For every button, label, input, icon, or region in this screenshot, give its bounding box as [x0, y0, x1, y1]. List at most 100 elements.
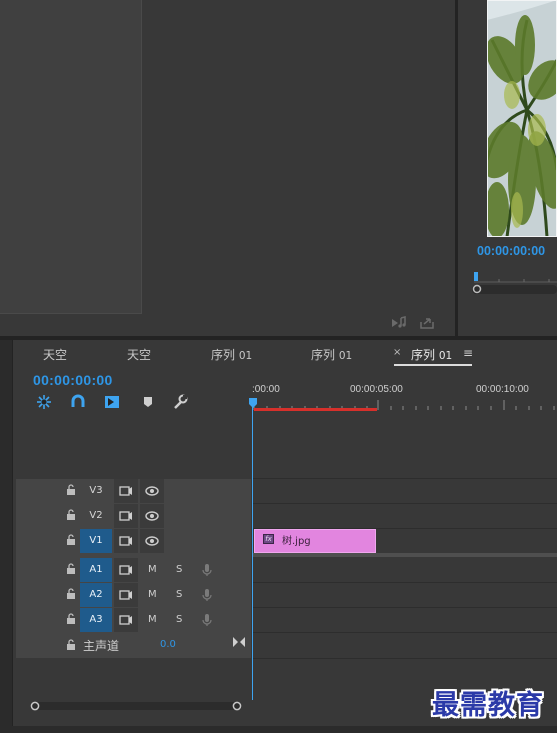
solo-button[interactable]: S: [176, 558, 182, 582]
track-target-a3[interactable]: A3: [80, 608, 112, 632]
lane-divider: [252, 607, 557, 608]
microphone-icon[interactable]: [202, 563, 212, 577]
sync-lock-button[interactable]: [114, 608, 138, 632]
playhead-line[interactable]: [252, 404, 253, 700]
timeline-timecode[interactable]: 00:00:00:00: [33, 372, 113, 388]
toggle-output-button[interactable]: [140, 479, 164, 503]
sync-lock-button[interactable]: [114, 583, 138, 607]
tab-number: 01: [238, 350, 253, 362]
film-icon: [119, 536, 132, 546]
sync-lock-button[interactable]: [114, 479, 138, 503]
sync-lock-button[interactable]: [114, 504, 138, 528]
go-to-end-icon[interactable]: [232, 636, 246, 648]
mute-button[interactable]: M: [148, 558, 157, 582]
video-audio-divider[interactable]: [252, 553, 557, 557]
tab-number: 01: [438, 350, 453, 362]
solo-button[interactable]: S: [176, 608, 182, 632]
track-header-master: 主声道 0.0: [16, 632, 251, 658]
lock-icon[interactable]: [66, 563, 76, 575]
tab-number: 01: [338, 350, 353, 362]
lock-icon[interactable]: [66, 484, 76, 496]
source-panel-inner: [0, 0, 142, 314]
source-panel: [0, 0, 455, 336]
audio-scrub-icon[interactable]: [391, 316, 407, 330]
tab-label: 序列: [411, 348, 436, 362]
track-header-a1: A1 M S: [16, 558, 251, 582]
fx-badge-icon: fx: [263, 534, 274, 544]
watermark-text: 最需教育: [432, 690, 544, 721]
master-volume-value[interactable]: 0.0: [160, 639, 176, 650]
mute-button[interactable]: M: [148, 608, 157, 632]
tab-sky-1[interactable]: 天空: [43, 346, 67, 363]
panel-menu-icon[interactable]: ≡: [463, 346, 473, 360]
toggle-output-button[interactable]: [140, 504, 164, 528]
sync-lock-button[interactable]: [114, 529, 138, 553]
toggle-output-button[interactable]: [140, 529, 164, 553]
sync-lock-button[interactable]: [114, 558, 138, 582]
work-area-bar[interactable]: [254, 408, 377, 411]
magnet-icon[interactable]: [70, 394, 86, 410]
eye-icon: [145, 536, 159, 546]
film-icon: [119, 511, 132, 521]
marker-icon[interactable]: [140, 394, 156, 410]
lock-icon[interactable]: [66, 534, 76, 546]
track-target-v2[interactable]: V2: [80, 504, 112, 528]
lock-icon[interactable]: [66, 639, 76, 651]
tab-close-icon[interactable]: ×: [393, 347, 401, 358]
film-icon: [119, 565, 132, 575]
microphone-icon[interactable]: [202, 613, 212, 627]
snap-icon[interactable]: [36, 394, 52, 410]
lock-icon[interactable]: [66, 613, 76, 625]
lock-icon[interactable]: [66, 509, 76, 521]
lane-divider: [252, 658, 557, 659]
mute-button[interactable]: M: [148, 583, 157, 607]
clip-label: 树.jpg: [282, 536, 311, 547]
linked-selection-icon[interactable]: [104, 394, 120, 410]
eye-icon: [145, 511, 159, 521]
program-time-ruler[interactable]: [474, 272, 557, 284]
program-preview-image: [487, 0, 557, 237]
lane-divider: [252, 632, 557, 633]
track-header-v3: V3: [16, 479, 251, 503]
program-monitor: 00:00:00:00: [458, 0, 557, 336]
microphone-icon[interactable]: [202, 588, 212, 602]
tab-sequence-1[interactable]: 序列 01: [211, 346, 252, 363]
track-target-a2[interactable]: A2: [80, 583, 112, 607]
master-track-label: 主声道: [83, 639, 120, 653]
program-zoom-scrollbar[interactable]: [472, 284, 557, 294]
source-panel-controls: [391, 316, 435, 332]
wrench-icon[interactable]: [172, 394, 188, 410]
lane-divider: [252, 503, 557, 504]
track-target-v3[interactable]: V3: [80, 479, 112, 503]
track-header-v2: V2: [16, 504, 251, 528]
track-target-a1[interactable]: A1: [80, 558, 112, 582]
scroll-handle-icon[interactable]: [472, 284, 482, 294]
timeline-clip[interactable]: fx 树.jpg: [254, 529, 376, 553]
lane-divider: [252, 582, 557, 583]
film-icon: [119, 615, 132, 625]
palm-tree-image: [487, 0, 557, 237]
playhead-handle[interactable]: [249, 398, 257, 408]
left-panel-edge: [0, 340, 12, 726]
active-tab-underline: [394, 364, 472, 366]
timeline-zoom-scrollbar[interactable]: [30, 700, 242, 712]
tab-sequence-active[interactable]: 序列 01: [411, 346, 452, 363]
film-icon: [119, 590, 132, 600]
lane-divider: [252, 478, 557, 479]
program-timecode[interactable]: 00:00:00:00: [477, 244, 545, 258]
tab-sky-2[interactable]: 天空: [127, 346, 151, 363]
lock-icon[interactable]: [66, 588, 76, 600]
track-target-v1[interactable]: V1: [80, 529, 112, 553]
film-icon: [119, 486, 132, 496]
solo-button[interactable]: S: [176, 583, 182, 607]
tab-label: 天空: [127, 348, 152, 362]
tab-label: 天空: [43, 348, 68, 362]
tab-label: 序列: [311, 348, 336, 362]
tab-sequence-2[interactable]: 序列 01: [311, 346, 352, 363]
track-header-v1: V1: [16, 529, 251, 553]
export-frame-icon[interactable]: [419, 316, 435, 330]
timeline-tabs: 天空 天空 序列 01 序列 01 序列 01: [13, 342, 557, 366]
track-header-a2: A2 M S: [16, 583, 251, 607]
tab-label: 序列: [211, 348, 236, 362]
track-header-a3: A3 M S: [16, 608, 251, 632]
